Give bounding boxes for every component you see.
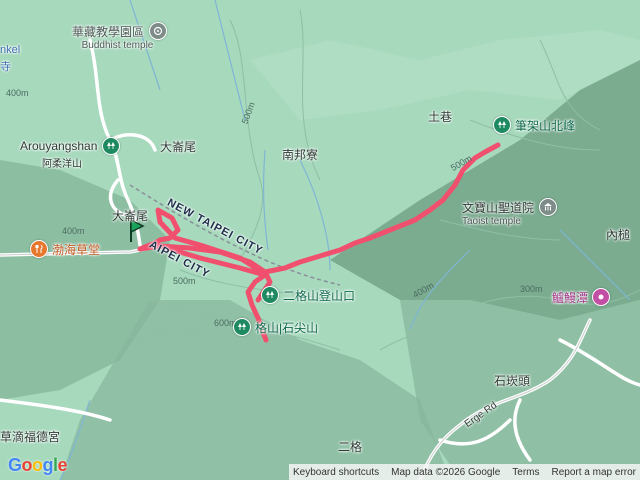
- poi-subtitle: 阿柔洋山: [42, 159, 82, 170]
- map-canvas[interactable]: 400m 500m 400m 600m 500m 400m 300m 500m …: [0, 0, 640, 480]
- trees-icon: [102, 137, 121, 155]
- eels-pond-poi[interactable]: 鱸鰻潭: [552, 288, 611, 306]
- poi-subtitle: Taoist temple: [462, 216, 521, 227]
- map-label: 寺: [0, 61, 11, 73]
- tearoom-poi[interactable]: 渤海草堂: [30, 240, 100, 258]
- ergeshan-trailhead-poi[interactable]: 二格山登山口: [261, 286, 355, 304]
- report-error-link[interactable]: Report a map error: [552, 467, 636, 478]
- poi-subtitle: Buddhist temple: [81, 40, 154, 51]
- place-label: 石崁頭: [494, 374, 531, 388]
- place-label: 二格: [338, 440, 363, 454]
- poi-name: 渤海草堂: [52, 242, 101, 257]
- poi-name: 鱸鰻潭: [552, 290, 589, 305]
- place-label: 南邦寮: [282, 148, 319, 162]
- google-logo: Google: [8, 455, 68, 475]
- place-label: 大崙尾: [160, 140, 197, 154]
- ergeshan-peak-poi[interactable]: 格山|石尖山: [233, 318, 318, 336]
- terms-link[interactable]: Terms: [512, 467, 539, 478]
- contour-label: 400m: [62, 226, 85, 236]
- contour-label: 500m: [173, 276, 196, 286]
- poi-name: 文寶山聖道院: [462, 200, 535, 215]
- poi-name: 華藏教學園區: [72, 24, 145, 39]
- trees-icon: [493, 116, 511, 134]
- poi-name: 格山|石尖山: [255, 320, 319, 335]
- trees-icon: [261, 286, 279, 304]
- map-data-attribution: Map data ©2026 Google: [391, 466, 501, 478]
- wenbao-temple-poi[interactable]: 文寶山聖道院 Taoist temple: [462, 198, 558, 227]
- contour-label: 300m: [520, 284, 543, 294]
- place-label: 內槌: [606, 228, 631, 242]
- poi-name: Arouyangshan: [20, 139, 98, 153]
- keyboard-shortcuts-link[interactable]: Keyboard shortcuts: [293, 467, 379, 478]
- restaurant-icon: [30, 240, 48, 258]
- poi-name: 二格山登山口: [283, 288, 356, 303]
- place-label: 大崙尾: [112, 209, 149, 223]
- tourist-attraction-icon: [592, 288, 611, 306]
- poi-name: 筆架山北峰: [515, 118, 576, 133]
- bijia-north-peak-poi[interactable]: 筆架山北峰: [493, 116, 575, 134]
- temple-icon: [539, 198, 558, 216]
- contour-label: 400m: [6, 88, 29, 98]
- buddhist-temple-poi[interactable]: 華藏教學園區 Buddhist temple: [72, 22, 168, 51]
- place-label: 草滴福德宮: [0, 430, 61, 444]
- place-label: 土巷: [428, 110, 453, 124]
- arouyangshan-poi[interactable]: Arouyangshan 阿柔洋山: [20, 137, 121, 170]
- map-label: nkel: [0, 44, 21, 56]
- trees-icon: [233, 318, 251, 336]
- map-footer: Keyboard shortcuts Map data ©2026 Google…: [288, 464, 640, 480]
- dharma-wheel-icon: [149, 22, 168, 40]
